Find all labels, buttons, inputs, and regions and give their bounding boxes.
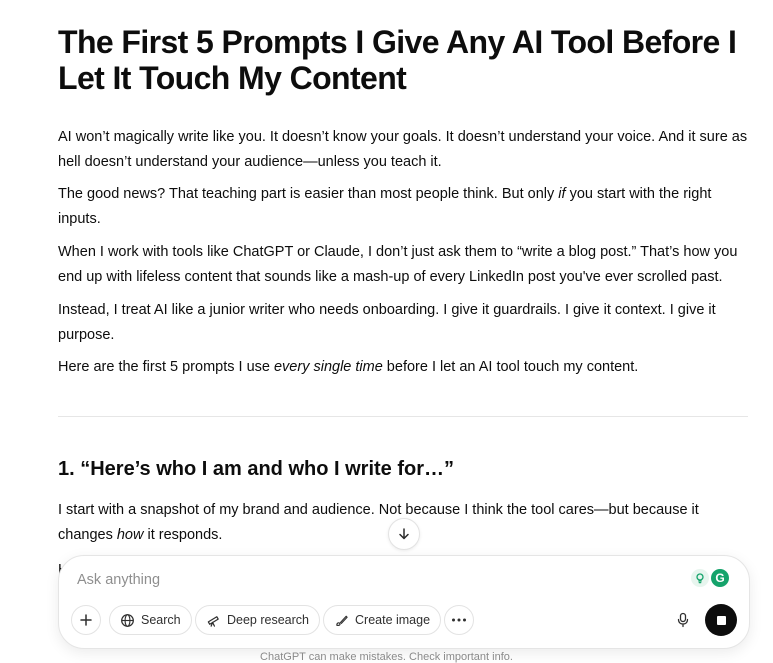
- search-button[interactable]: Search: [109, 605, 192, 635]
- globe-icon: [121, 613, 134, 627]
- composer: Ask anything G Search Deep research Crea…: [58, 555, 750, 649]
- telescope-icon: [207, 615, 219, 627]
- paragraph-tools: When I work with tools like ChatGPT or C…: [58, 244, 738, 285]
- microphone-icon: [677, 612, 689, 628]
- article: The First 5 Prompts I Give Any AI Tool B…: [58, 0, 750, 578]
- plus-icon: [80, 614, 92, 626]
- paragraph-prompts-intro: Here are the first 5 prompts I use every…: [58, 359, 639, 375]
- more-tools-button[interactable]: [444, 605, 474, 635]
- image-brush-icon: [336, 615, 348, 626]
- grammarly-icon[interactable]: G: [711, 569, 729, 587]
- stop-generating-button[interactable]: [705, 604, 737, 636]
- stop-icon: [716, 615, 726, 625]
- create-image-label: Create image: [355, 613, 431, 627]
- paragraph-good-news: The good news? That teaching part is eas…: [58, 186, 712, 227]
- create-image-button[interactable]: Create image: [323, 605, 442, 635]
- ellipsis-icon: [452, 618, 466, 622]
- deep-research-button[interactable]: Deep research: [195, 605, 320, 635]
- article-title: The First 5 Prompts I Give Any AI Tool B…: [58, 24, 737, 96]
- grammarly-widget[interactable]: G: [691, 569, 729, 587]
- search-button-label: Search: [141, 613, 181, 627]
- arrow-down-icon: [399, 528, 409, 540]
- scroll-down-button[interactable]: [388, 518, 420, 550]
- dictate-button[interactable]: [668, 605, 698, 635]
- lightbulb-icon[interactable]: [691, 569, 709, 587]
- paragraph-junior-writer: Instead, I treat AI like a junior writer…: [58, 302, 716, 343]
- deep-research-label: Deep research: [227, 613, 309, 627]
- section-divider: [58, 416, 748, 417]
- paragraph-intro: AI won’t magically write like you. It do…: [58, 129, 748, 170]
- prompt-input[interactable]: Ask anything: [77, 572, 160, 588]
- add-attachment-button[interactable]: [71, 605, 101, 635]
- footer-disclaimer: ChatGPT can make mistakes. Check importa…: [260, 651, 513, 663]
- section-heading-1: 1. “Here’s who I am and who I write for……: [58, 458, 454, 480]
